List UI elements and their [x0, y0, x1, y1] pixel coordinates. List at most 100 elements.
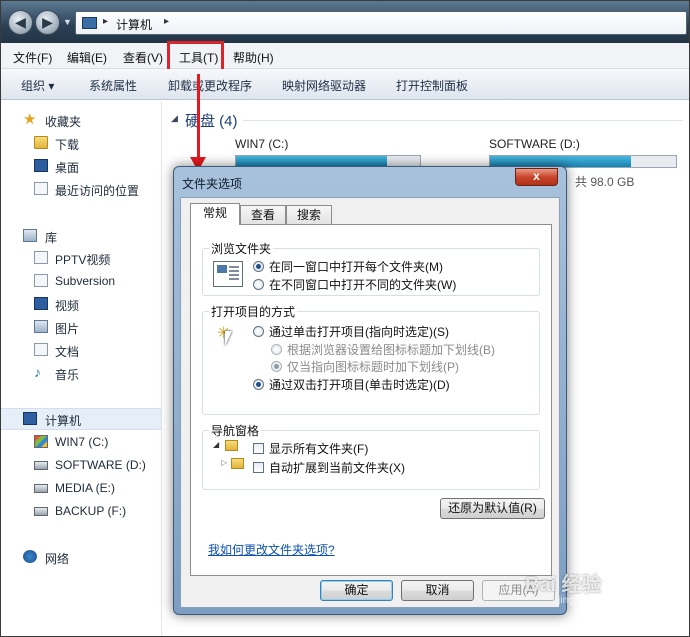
uninstall-program-button[interactable]: 卸载或更改程序 [168, 77, 252, 94]
option-label: 通过双击打开项目(单击时选定)(D) [269, 378, 450, 392]
sidebar-item-music[interactable]: ♪ 音乐 [1, 363, 161, 383]
click-items-group: 打开项目的方式 ✳ 通过单击打开项目(指向时选定)(S) 根据浏览器设置给图标标… [202, 303, 540, 415]
sidebar-item-drive-c[interactable]: WIN7 (C:) [1, 432, 161, 452]
option-label: 自动扩展到当前文件夹(X) [269, 461, 405, 475]
address-bar[interactable]: ▸ 计算机 ▸ [75, 11, 687, 35]
browse-folders-group: 浏览文件夹 在同一窗口中打开每个文件夹(M) 在不同窗口中打开不同的文件夹(W) [202, 240, 540, 296]
drive-d-capacity: 共 98.0 GB [575, 175, 635, 189]
sidebar-item-label: 桌面 [55, 161, 80, 175]
sidebar-item-label: 最近访问的位置 [55, 184, 140, 198]
sidebar-item-recent-places[interactable]: 最近访问的位置 [1, 179, 161, 199]
radio-selected-icon [253, 261, 264, 272]
collapse-arrow-icon: ▷ [221, 458, 228, 467]
sidebar-item-subversion[interactable]: Subversion [1, 271, 161, 291]
hard-drive-icon [34, 507, 48, 516]
checkbox-icon [253, 462, 264, 473]
double-click-radio[interactable]: 通过双击打开项目(单击时选定)(D) [253, 376, 450, 393]
dialog-body: 常规 查看 搜索 浏览文件夹 在同一窗口中打开每个文件夹(M) 在不同窗口中打开… [180, 197, 560, 608]
sidebar-item-label: 网络 [45, 552, 70, 566]
system-properties-button[interactable]: 系统属性 [89, 77, 137, 94]
breadcrumb-computer[interactable]: 计算机 [116, 16, 152, 33]
map-network-drive-button[interactable]: 映射网络驱动器 [282, 77, 366, 94]
computer-icon [23, 412, 37, 425]
dialog-title: 文件夹选项 [182, 177, 243, 191]
sidebar-item-label: SOFTWARE (D:) [55, 458, 146, 472]
forward-button[interactable]: ▶ [35, 10, 60, 35]
sidebar-item-label: MEDIA (E:) [55, 481, 116, 495]
menu-help[interactable]: 帮助(H) [233, 49, 274, 66]
radio-icon [253, 326, 264, 337]
mouse-cursor-icon [225, 331, 239, 346]
picture-icon [34, 320, 48, 333]
pointer-arrow-line [197, 74, 200, 160]
drive-d-name[interactable]: SOFTWARE (D:) [489, 137, 580, 151]
sidebar-item-favorites[interactable]: ★ 收藏夹 [1, 110, 161, 130]
sidebar-item-network[interactable]: 网络 [1, 547, 161, 567]
underline-browser-radio[interactable]: 根据浏览器设置给图标标题加下划线(B) [271, 341, 495, 358]
group-title: 打开项目的方式 [209, 303, 298, 320]
breadcrumb-chevron-icon[interactable]: ▸ [103, 16, 108, 27]
expand-arrow-icon: ◢ [213, 440, 220, 449]
back-button[interactable]: ◀ [8, 10, 33, 35]
option-label: 通过单击打开项目(指向时选定)(S) [269, 325, 449, 339]
restore-defaults-button[interactable]: 还原为默认值(R) [440, 498, 545, 519]
sidebar-item-label: Subversion [55, 274, 116, 288]
document-icon [34, 343, 48, 356]
recent-pages-dropdown-icon[interactable]: ▼ [63, 17, 72, 27]
sidebar-item-documents[interactable]: 文档 [1, 340, 161, 360]
underline-point-radio[interactable]: 仅当指向图标标题时加下划线(P) [271, 358, 459, 375]
sidebar-item-drive-e[interactable]: MEDIA (E:) [1, 478, 161, 498]
recent-places-icon [34, 182, 48, 195]
library-icon [23, 229, 37, 242]
auto-expand-checkbox[interactable]: 自动扩展到当前文件夹(X) [253, 459, 405, 476]
sidebar-item-drive-f[interactable]: BACKUP (F:) [1, 501, 161, 521]
sidebar-item-pptv-video[interactable]: PPTV视频 [1, 248, 161, 268]
close-button[interactable]: x [515, 168, 558, 186]
radio-icon [271, 344, 282, 355]
sidebar-item-pictures[interactable]: 图片 [1, 317, 161, 337]
sidebar-item-desktop[interactable]: 桌面 [1, 156, 161, 176]
download-folder-icon [34, 136, 48, 149]
general-tab-panel: 浏览文件夹 在同一窗口中打开每个文件夹(M) 在不同窗口中打开不同的文件夹(W)… [190, 224, 552, 576]
desktop-icon [34, 159, 48, 172]
sidebar-item-label: BACKUP (F:) [55, 504, 127, 518]
help-link[interactable]: 我如何更改文件夹选项? [208, 541, 335, 558]
star-icon: ★ [23, 111, 37, 128]
open-new-window-radio[interactable]: 在不同窗口中打开不同的文件夹(W) [253, 276, 456, 293]
section-title[interactable]: 硬盘 (4) [185, 110, 238, 131]
single-click-radio[interactable]: 通过单击打开项目(指向时选定)(S) [253, 323, 449, 340]
tab-general[interactable]: 常规 [190, 203, 240, 225]
tab-search[interactable]: 搜索 [286, 205, 332, 225]
menu-view[interactable]: 查看(V) [123, 49, 163, 66]
checkbox-icon [253, 443, 264, 454]
menu-file[interactable]: 文件(F) [13, 49, 52, 66]
drive-c-name[interactable]: WIN7 (C:) [235, 137, 288, 151]
sidebar-item-videos[interactable]: 视频 [1, 294, 161, 314]
ok-button[interactable]: 确定 [320, 580, 393, 601]
computer-icon [82, 17, 97, 29]
hard-drive-icon [34, 484, 48, 493]
sidebar-item-label: 图片 [55, 322, 80, 336]
sidebar-item-drive-d[interactable]: SOFTWARE (D:) [1, 455, 161, 475]
browse-window-icon [213, 261, 243, 287]
breadcrumb-chevron-icon[interactable]: ▸ [164, 16, 169, 27]
command-bar: 组织 ▾ 系统属性 卸载或更改程序 映射网络驱动器 打开控制面板 [1, 69, 689, 100]
sidebar-item-downloads[interactable]: 下载 [1, 133, 161, 153]
collapse-arrow-icon[interactable]: ◢ [171, 113, 178, 124]
open-control-panel-button[interactable]: 打开控制面板 [396, 77, 468, 94]
organize-button[interactable]: 组织 ▾ [21, 77, 54, 94]
music-note-icon: ♪ [34, 364, 41, 380]
sidebar-item-libraries[interactable]: 库 [1, 226, 161, 246]
navigation-pane: ★ 收藏夹 下载 桌面 最近访问的位置 库 PPTV视频 Subversion [1, 101, 162, 636]
sidebar-item-computer[interactable]: 计算机 [1, 408, 161, 430]
folder-icon [225, 440, 238, 451]
open-same-window-radio[interactable]: 在同一窗口中打开每个文件夹(M) [253, 258, 443, 275]
library-icon [34, 274, 48, 287]
windows-drive-icon [34, 435, 48, 448]
show-all-folders-checkbox[interactable]: 显示所有文件夹(F) [253, 440, 368, 457]
menu-edit[interactable]: 编辑(E) [67, 49, 107, 66]
tab-view[interactable]: 查看 [240, 205, 286, 225]
sidebar-item-label: 文档 [55, 345, 80, 359]
cancel-button[interactable]: 取消 [401, 580, 474, 601]
sidebar-item-label: 计算机 [45, 414, 82, 428]
